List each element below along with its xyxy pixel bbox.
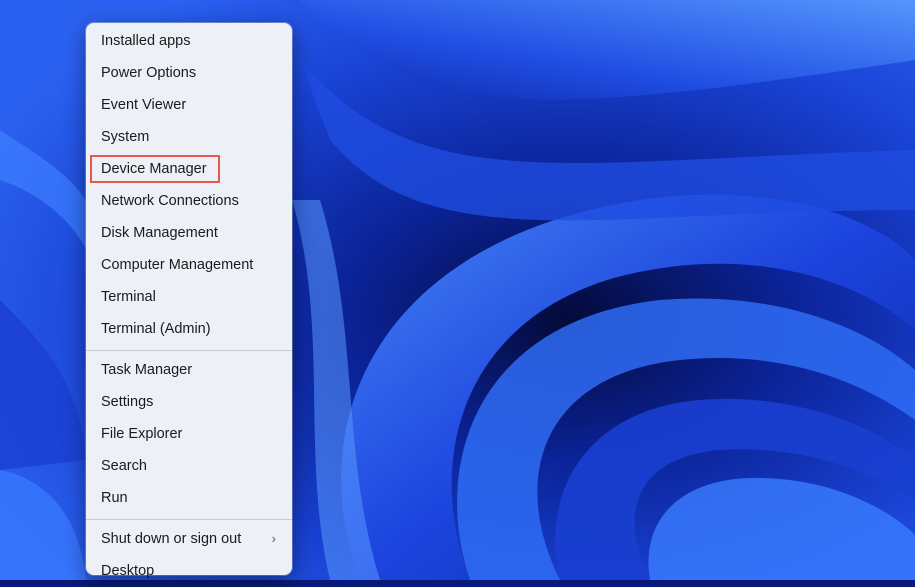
menu-item-shut-down-or-sign-out[interactable]: Shut down or sign out › [86,523,292,555]
menu-group-system-tools: Installed apps Power Options Event Viewe… [86,23,292,345]
menu-item-file-explorer[interactable]: File Explorer [86,418,292,450]
quick-link-context-menu: Installed apps Power Options Event Viewe… [86,23,292,579]
menu-group-power: Shut down or sign out › Desktop [86,523,292,587]
menu-item-disk-management[interactable]: Disk Management [86,217,292,249]
menu-separator [86,519,292,520]
menu-item-power-options[interactable]: Power Options [86,57,292,89]
menu-item-system[interactable]: System [86,121,292,153]
menu-item-device-manager[interactable]: Device Manager [86,153,292,185]
menu-item-computer-management[interactable]: Computer Management [86,249,292,281]
menu-item-installed-apps[interactable]: Installed apps [86,25,292,57]
menu-item-task-manager[interactable]: Task Manager [86,354,292,386]
menu-separator [86,350,292,351]
menu-item-label: Shut down or sign out [101,531,242,547]
menu-item-event-viewer[interactable]: Event Viewer [86,89,292,121]
menu-item-run[interactable]: Run [86,482,292,514]
menu-item-settings[interactable]: Settings [86,386,292,418]
menu-group-utilities: Task Manager Settings File Explorer Sear… [86,354,292,514]
menu-item-network-connections[interactable]: Network Connections [86,185,292,217]
menu-item-search[interactable]: Search [86,450,292,482]
chevron-right-icon: › [271,531,276,546]
menu-item-terminal-admin[interactable]: Terminal (Admin) [86,313,292,345]
menu-item-desktop[interactable]: Desktop [86,555,292,587]
menu-item-terminal[interactable]: Terminal [86,281,292,313]
